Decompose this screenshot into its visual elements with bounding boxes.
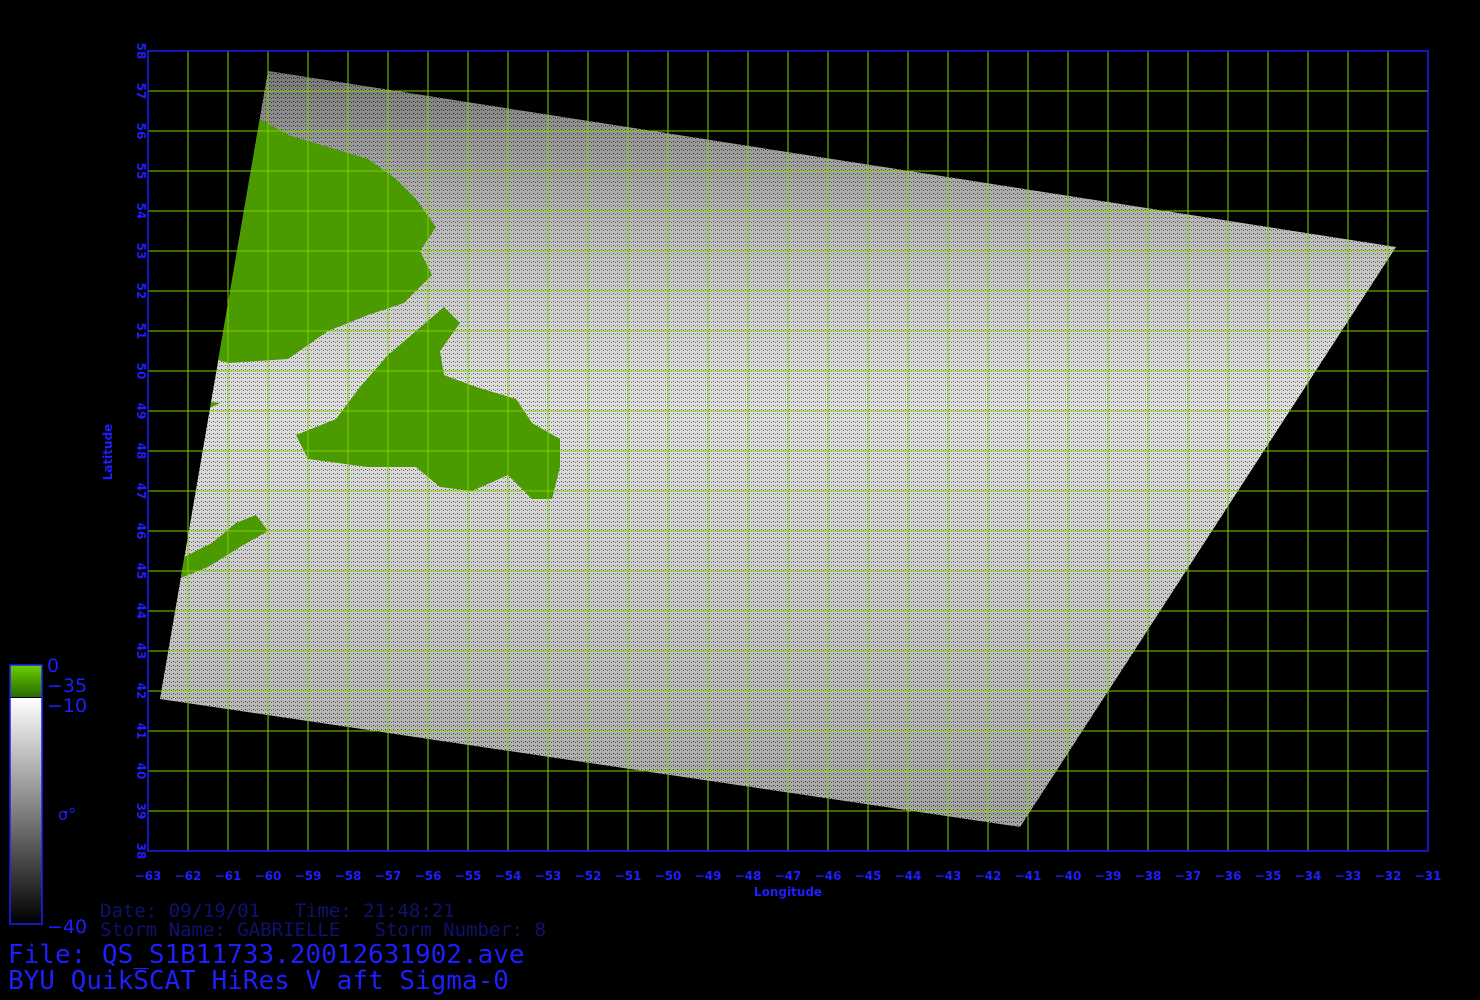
lon-tick-label: −62: [175, 869, 202, 883]
colorbar-label-sigma: σ°: [58, 805, 76, 824]
colorbar: 0 −35 −10 σ° −40: [9, 655, 87, 938]
lat-tick-label: 38: [134, 843, 148, 860]
lon-tick-label: −42: [975, 869, 1002, 883]
lat-tick-label: 46: [134, 523, 148, 540]
lon-tick-label: −35: [1255, 869, 1282, 883]
lon-tick-label: −34: [1295, 869, 1322, 883]
colorbar-label-land-min: −35: [47, 675, 87, 697]
colorbar-label-bottom: −40: [47, 916, 87, 938]
lon-tick-label: −58: [335, 869, 362, 883]
lat-tick-label: 50: [134, 363, 148, 380]
lon-tick-label: −31: [1415, 869, 1442, 883]
lon-tick-label: −47: [775, 869, 802, 883]
lat-tick-label: 39: [134, 803, 148, 820]
product-title: BYU QuikSCAT HiRes V aft Sigma-0: [8, 966, 509, 996]
latitude-tick-labels: 38 39 40 41 42 43 44 45 46 47 48 49 50 51 52 53 54 55 56 57…: [134, 43, 148, 860]
lat-lon-grid: [147, 50, 1429, 852]
colorbar-label-top: 0: [47, 655, 59, 677]
lon-tick-label: −41: [1015, 869, 1042, 883]
colorbar-land-swatch: [10, 665, 42, 697]
storm-line: Storm Name: GABRIELLE Storm Number: 8: [100, 919, 547, 941]
lon-tick-label: −54: [495, 869, 522, 883]
lon-tick-label: −43: [935, 869, 962, 883]
lon-tick-label: −50: [655, 869, 682, 883]
lon-tick-label: −61: [215, 869, 242, 883]
lat-tick-label: 51: [134, 323, 148, 340]
map-plot: 38 39 40 41 42 43 44 45 46 47 48 49 50 51 52 53 54 55 56 57…: [9, 43, 1442, 938]
y-axis-title: Latitude: [101, 424, 115, 481]
lon-tick-label: −46: [815, 869, 842, 883]
lat-tick-label: 48: [134, 443, 148, 460]
colorbar-ocean-ramp: [10, 698, 42, 924]
lon-tick-label: −40: [1055, 869, 1082, 883]
lon-tick-label: −53: [535, 869, 562, 883]
lon-tick-label: −38: [1135, 869, 1162, 883]
lat-tick-label: 52: [134, 283, 148, 300]
lat-tick-label: 43: [134, 643, 148, 660]
lon-tick-label: −59: [295, 869, 322, 883]
lat-tick-label: 42: [134, 683, 148, 700]
lat-tick-label: 53: [134, 243, 148, 260]
lat-tick-label: 40: [134, 763, 148, 780]
lon-tick-label: −39: [1095, 869, 1122, 883]
lat-tick-label: 41: [134, 723, 148, 740]
lon-tick-label: −33: [1335, 869, 1362, 883]
lat-tick-label: 57: [134, 83, 148, 100]
lat-tick-label: 47: [134, 483, 148, 500]
lon-tick-label: −49: [695, 869, 722, 883]
lon-tick-label: −45: [855, 869, 882, 883]
colorbar-label-ocean-max: −10: [47, 695, 87, 717]
longitude-tick-labels: −63 −62 −61 −60 −59 −58 −57 −56 −55 −54 −53 −52 −51−…: [135, 869, 1442, 883]
lon-tick-label: −56: [415, 869, 442, 883]
lon-tick-label: −44: [895, 869, 922, 883]
lat-tick-label: 44: [134, 603, 148, 620]
lat-tick-label: 55: [134, 163, 148, 180]
lon-tick-label: −32: [1375, 869, 1402, 883]
lat-tick-label: 49: [134, 403, 148, 420]
lon-tick-label: −60: [255, 869, 282, 883]
lon-tick-label: −36: [1215, 869, 1242, 883]
lat-tick-label: 56: [134, 123, 148, 140]
lat-tick-label: 45: [134, 563, 148, 580]
lat-tick-label: 58: [134, 43, 148, 60]
lon-tick-label: −55: [455, 869, 482, 883]
lon-tick-label: −51: [615, 869, 642, 883]
lon-tick-label: −63: [135, 869, 162, 883]
lon-tick-label: −52: [575, 869, 602, 883]
lon-tick-label: −48: [735, 869, 762, 883]
x-axis-title: Longitude: [754, 885, 822, 899]
lat-tick-label: 54: [134, 203, 148, 220]
lon-tick-label: −37: [1175, 869, 1202, 883]
lon-tick-label: −57: [375, 869, 402, 883]
